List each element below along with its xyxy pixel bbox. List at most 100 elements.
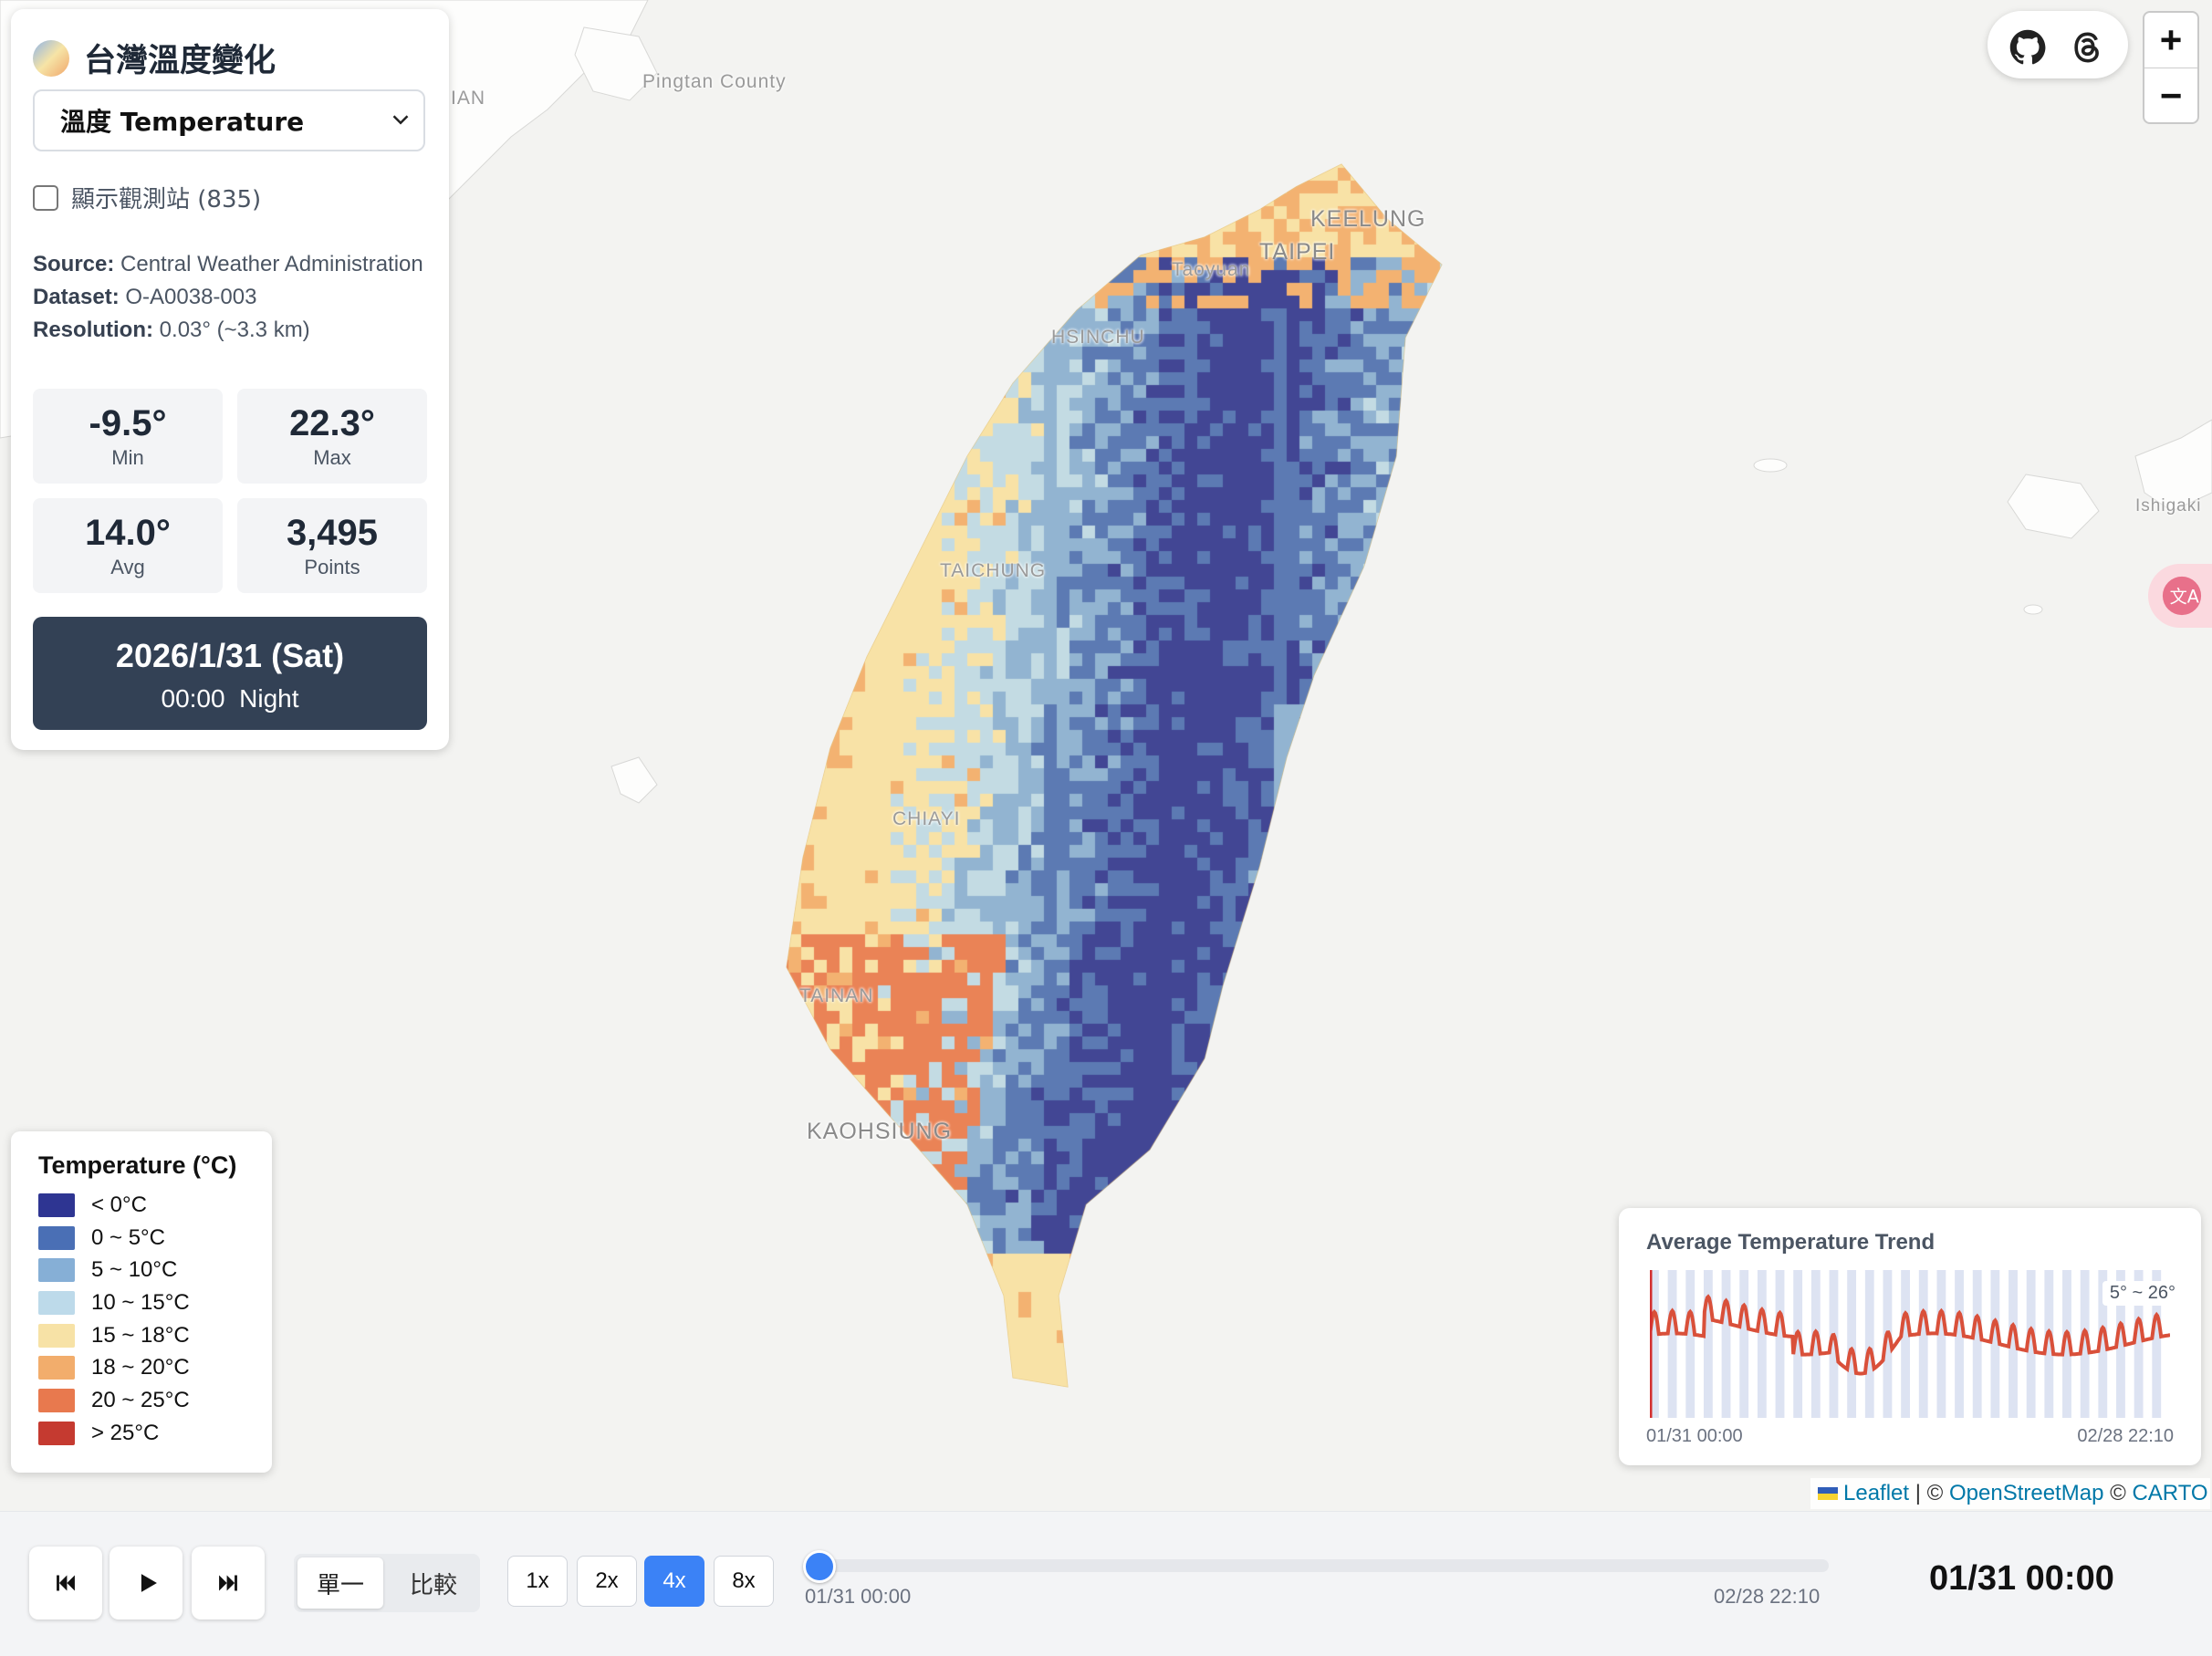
dataset-label: Dataset:	[33, 285, 120, 309]
legend-swatch	[38, 1421, 75, 1445]
night-band	[1667, 1270, 1677, 1418]
stat-avg: 14.0° Avg	[33, 498, 223, 593]
skip-forward-icon	[219, 1575, 237, 1591]
legend-item: 0 ~ 5°C	[38, 1222, 272, 1255]
timeline-end-label: 02/28 22:10	[1714, 1585, 1821, 1608]
trend-end-label: 02/28 22:10	[2077, 1426, 2174, 1446]
legend-label: < 0°C	[91, 1192, 147, 1217]
translate-icon: 文A	[2162, 576, 2202, 616]
play-button[interactable]	[110, 1547, 183, 1620]
legend-item: 15 ~ 18°C	[38, 1319, 272, 1352]
leaflet-link[interactable]: Leaflet	[1843, 1481, 1909, 1506]
legend-label: 15 ~ 18°C	[91, 1322, 190, 1348]
stat-min-label: Min	[111, 446, 144, 469]
control-panel: 台灣溫度變化 溫度 Temperature 顯示觀測站 (835) Source…	[11, 9, 449, 750]
trend-chart-panel: Average Temperature Trend 5° ~ 26° 01/31…	[1619, 1208, 2201, 1465]
night-band	[1972, 1270, 1982, 1418]
trend-chart[interactable]	[1650, 1270, 2170, 1418]
stat-max: 22.3° Max	[237, 389, 427, 484]
legend-label: > 25°C	[91, 1420, 160, 1445]
carto-link[interactable]: CARTO	[2132, 1481, 2207, 1506]
source-value: Central Weather Administration	[120, 252, 423, 276]
current-time-display: 01/31 00:00	[1929, 1559, 2114, 1598]
translate-button[interactable]: 文A	[2148, 564, 2212, 628]
chevron-down-icon	[392, 115, 409, 125]
timeline-start-label: 01/31 00:00	[805, 1585, 912, 1608]
legend-label: 18 ~ 20°C	[91, 1355, 190, 1380]
stat-avg-value: 14.0°	[85, 513, 171, 553]
attribution-separator-1: | ©	[1909, 1481, 1949, 1505]
speed-4x-button[interactable]: 4x	[644, 1556, 704, 1607]
zoom-in-button[interactable]: +	[2144, 13, 2197, 68]
map-label-chiayi: CHIAYI	[892, 808, 961, 829]
github-icon[interactable]	[2008, 27, 2048, 68]
stations-checkbox[interactable]	[33, 184, 58, 211]
night-band	[1918, 1270, 1928, 1418]
map-label-tainan: TAINAN	[799, 985, 874, 1006]
stat-max-value: 22.3°	[289, 403, 375, 443]
resolution-label: Resolution:	[33, 318, 153, 342]
stat-max-label: Max	[313, 446, 351, 469]
legend-swatch	[38, 1290, 75, 1315]
skip-forward-button[interactable]	[192, 1547, 265, 1620]
map-label-taoyuan: Taoyuan	[1172, 259, 1251, 280]
zoom-out-button[interactable]: −	[2144, 68, 2197, 123]
mode-toggle: 單一 比較	[294, 1554, 480, 1612]
map-label-taichung: TAICHUNG	[940, 560, 1047, 581]
dataset-value: O-A0038-003	[125, 285, 257, 309]
speed-2x-button[interactable]: 2x	[577, 1556, 637, 1607]
map-label-keelung: KEELUNG	[1310, 206, 1426, 232]
map-attribution: Leaflet | © OpenStreetMap © CARTO	[1810, 1478, 2210, 1509]
night-band	[1847, 1270, 1857, 1418]
current-date: 2026/1/31 (Sat)	[115, 637, 345, 674]
legend-item: 20 ~ 25°C	[38, 1384, 272, 1417]
timeline-slider-track[interactable]	[819, 1559, 1829, 1572]
stat-avg-label: Avg	[110, 556, 145, 578]
legend-swatch	[38, 1225, 75, 1250]
stat-min: -9.5° Min	[33, 389, 223, 484]
osm-link[interactable]: OpenStreetMap	[1949, 1481, 2103, 1506]
night-band	[1864, 1270, 1874, 1418]
dataset-info: Source: Central Weather Administration D…	[33, 248, 434, 347]
mode-compare-button[interactable]: 比較	[391, 1557, 476, 1609]
logo-icon	[33, 39, 69, 77]
legend-swatch	[38, 1323, 75, 1348]
play-icon	[141, 1574, 157, 1592]
night-band	[1936, 1270, 1946, 1418]
threads-icon[interactable]	[2068, 27, 2108, 68]
speed-8x-button[interactable]: 8x	[714, 1556, 774, 1607]
legend-item: > 25°C	[38, 1417, 272, 1450]
skip-back-icon	[57, 1575, 75, 1591]
variable-select-value: 溫度 Temperature	[60, 107, 305, 137]
speed-1x-button[interactable]: 1x	[507, 1556, 568, 1607]
legend-item: < 0°C	[38, 1189, 272, 1222]
legend-label: 20 ~ 25°C	[91, 1387, 190, 1412]
mode-single-button[interactable]: 單一	[297, 1557, 383, 1609]
temperature-legend: Temperature (°C) < 0°C 0 ~ 5°C 5 ~ 10°C 10 …	[11, 1131, 272, 1473]
ukraine-flag-icon	[1818, 1487, 1838, 1500]
svg-text:文A: 文A	[2170, 587, 2199, 608]
legend-label: 5 ~ 10°C	[91, 1257, 178, 1283]
night-band	[1703, 1270, 1713, 1418]
trend-title: Average Temperature Trend	[1646, 1230, 1936, 1255]
stat-points-value: 3,495	[286, 513, 379, 553]
trend-start-label: 01/31 00:00	[1646, 1426, 1743, 1446]
stat-points-label: Points	[304, 556, 360, 578]
legend-item: 18 ~ 20°C	[38, 1351, 272, 1384]
night-band	[1757, 1270, 1767, 1418]
source-label: Source:	[33, 252, 115, 276]
resolution-value: 0.03° (~3.3 km)	[159, 318, 310, 342]
playback-bar: 單一 比較 1x 2x 4x 8x 01/31 00:00 02/28 22:1…	[0, 1511, 2212, 1656]
zoom-control: + −	[2143, 11, 2199, 124]
map-label-kaohsiung: KAOHSIUNG	[807, 1119, 953, 1144]
variable-select[interactable]: 溫度 Temperature	[33, 89, 425, 151]
stations-label: 顯示觀測站 (835)	[71, 186, 262, 214]
stations-toggle[interactable]: 顯示觀測站 (835)	[33, 181, 261, 214]
map-label-pingtan: Pingtan County	[642, 71, 787, 92]
timeline-slider-handle[interactable]	[803, 1550, 836, 1583]
app-title: 台灣溫度變化	[84, 43, 276, 79]
map-label-ishigaki: Ishigaki	[2135, 496, 2202, 516]
social-links	[1988, 11, 2128, 78]
night-band	[1775, 1270, 1785, 1418]
skip-back-button[interactable]	[29, 1547, 102, 1620]
